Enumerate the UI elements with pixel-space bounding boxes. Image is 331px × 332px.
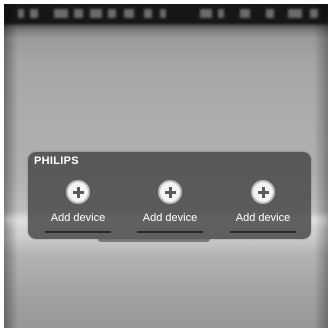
slot-underline bbox=[230, 231, 296, 233]
status-icon bbox=[144, 9, 152, 18]
status-icon bbox=[90, 9, 102, 18]
add-device-slot-2[interactable]: Add device bbox=[132, 180, 208, 234]
add-device-label[interactable]: Add device bbox=[132, 212, 208, 224]
add-circle-icon[interactable] bbox=[66, 180, 90, 204]
status-icon bbox=[124, 9, 134, 18]
vignette-right bbox=[314, 4, 328, 328]
status-icon bbox=[108, 9, 116, 18]
status-icon bbox=[54, 9, 68, 18]
status-icon bbox=[30, 9, 38, 18]
status-icon bbox=[266, 9, 274, 18]
brand-label: PHILIPS bbox=[34, 155, 79, 167]
status-icon bbox=[288, 9, 302, 18]
status-icon bbox=[160, 9, 166, 18]
widget-shadow bbox=[98, 239, 210, 242]
status-bar bbox=[4, 4, 328, 24]
status-icon bbox=[218, 9, 224, 18]
add-device-label[interactable]: Add device bbox=[40, 212, 116, 224]
add-circle-icon[interactable] bbox=[158, 180, 182, 204]
slot-underline bbox=[45, 231, 111, 233]
slot-underline bbox=[137, 231, 203, 233]
status-icon bbox=[240, 9, 250, 18]
add-device-label[interactable]: Add device bbox=[225, 212, 301, 224]
philips-widget: PHILIPS Add device Add device Add device bbox=[28, 152, 311, 239]
status-icon bbox=[18, 9, 24, 18]
add-device-slot-1[interactable]: Add device bbox=[40, 180, 116, 234]
status-icon bbox=[74, 9, 83, 18]
add-circle-icon[interactable] bbox=[251, 180, 275, 204]
vignette-left bbox=[4, 4, 18, 328]
screen-background: PHILIPS Add device Add device Add device bbox=[4, 4, 328, 328]
status-icon bbox=[200, 9, 212, 18]
add-device-slot-3[interactable]: Add device bbox=[225, 180, 301, 234]
